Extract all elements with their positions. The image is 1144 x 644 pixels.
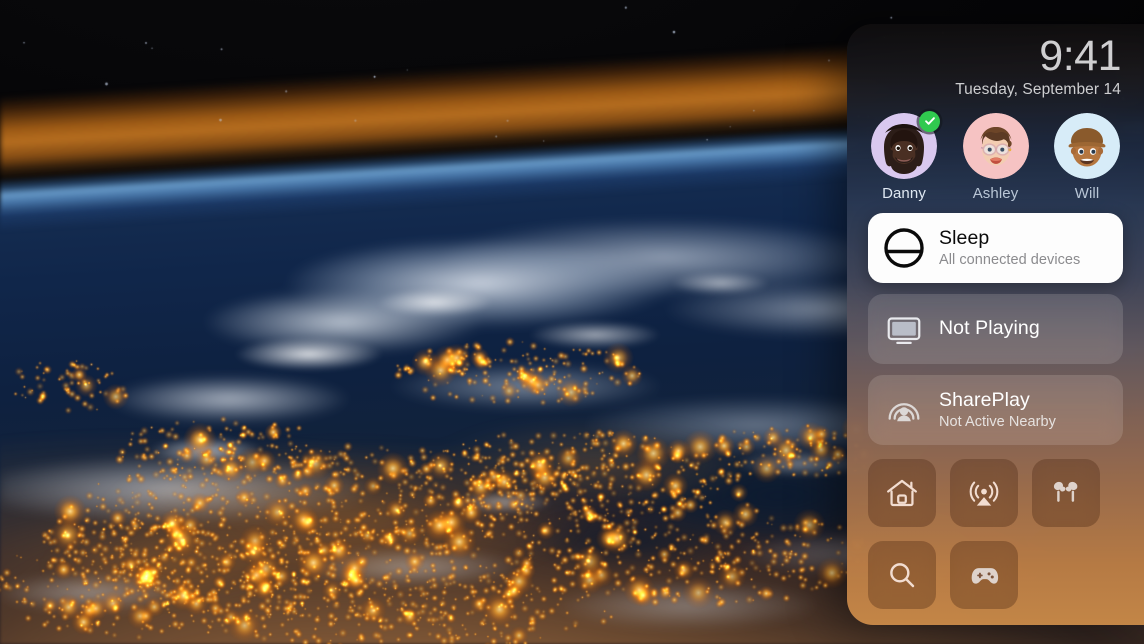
profile-switcher: Danny Ashley Will bbox=[868, 110, 1123, 202]
sleep-row-subtitle: All connected devices bbox=[939, 251, 1081, 268]
profile-danny[interactable]: Danny bbox=[869, 110, 940, 202]
game-controller-tile[interactable] bbox=[950, 540, 1018, 609]
avatar-wrap-danny bbox=[871, 110, 940, 179]
profile-name-ashley: Ashley bbox=[972, 184, 1019, 202]
profile-ashley[interactable]: Ashley bbox=[961, 112, 1031, 202]
airpods-tile[interactable] bbox=[1032, 458, 1100, 527]
profile-name-danny: Danny bbox=[882, 184, 926, 202]
shareplay-row-text: SharePlay Not Active Nearby bbox=[939, 389, 1056, 431]
search-tile[interactable] bbox=[868, 540, 936, 609]
shareplay-row-title: SharePlay bbox=[939, 388, 1030, 411]
clock-time: 9:41 bbox=[1039, 32, 1121, 80]
now-playing-row-text: Not Playing bbox=[939, 317, 1040, 341]
control-center-header: 9:41 Tuesday, September 14 bbox=[868, 24, 1123, 99]
shareplay-row[interactable]: SharePlay Not Active Nearby bbox=[868, 374, 1123, 445]
home-house-icon bbox=[884, 475, 920, 511]
now-playing-row[interactable]: Not Playing bbox=[868, 293, 1123, 364]
memoji-will-avatar bbox=[1054, 112, 1120, 179]
control-center-panel: 9:41 Tuesday, September 14 Danny Ashley … bbox=[847, 24, 1144, 625]
profile-will[interactable]: Will bbox=[1052, 112, 1122, 202]
apple-tv-screen: 9:41 Tuesday, September 14 Danny Ashley … bbox=[0, 0, 1144, 644]
avatar-wrap-ashley bbox=[962, 112, 1029, 179]
avatar-wrap-will bbox=[1054, 112, 1120, 179]
now-playing-row-title: Not Playing bbox=[939, 316, 1040, 339]
profile-name-will: Will bbox=[1074, 184, 1100, 202]
shareplay-row-subtitle: Not Active Nearby bbox=[939, 413, 1056, 430]
home-tile[interactable] bbox=[868, 458, 936, 527]
tv-display-icon bbox=[881, 306, 927, 352]
airplay-tile[interactable] bbox=[950, 458, 1018, 527]
airpods-icon bbox=[1048, 475, 1084, 511]
memoji-ashley-avatar bbox=[962, 112, 1029, 179]
search-icon bbox=[884, 557, 920, 593]
sleep-row-text: Sleep All connected devices bbox=[939, 227, 1080, 269]
shareplay-icon bbox=[881, 387, 927, 433]
sleep-row[interactable]: Sleep All connected devices bbox=[868, 212, 1123, 283]
sleep-icon bbox=[881, 225, 927, 271]
checkmark-icon bbox=[919, 110, 940, 132]
game-controller-icon bbox=[966, 557, 1002, 593]
sleep-row-title: Sleep bbox=[939, 226, 990, 249]
quick-action-tiles bbox=[868, 458, 1123, 609]
airplay-icon bbox=[966, 475, 1002, 511]
clock-date: Tuesday, September 14 bbox=[955, 80, 1121, 98]
